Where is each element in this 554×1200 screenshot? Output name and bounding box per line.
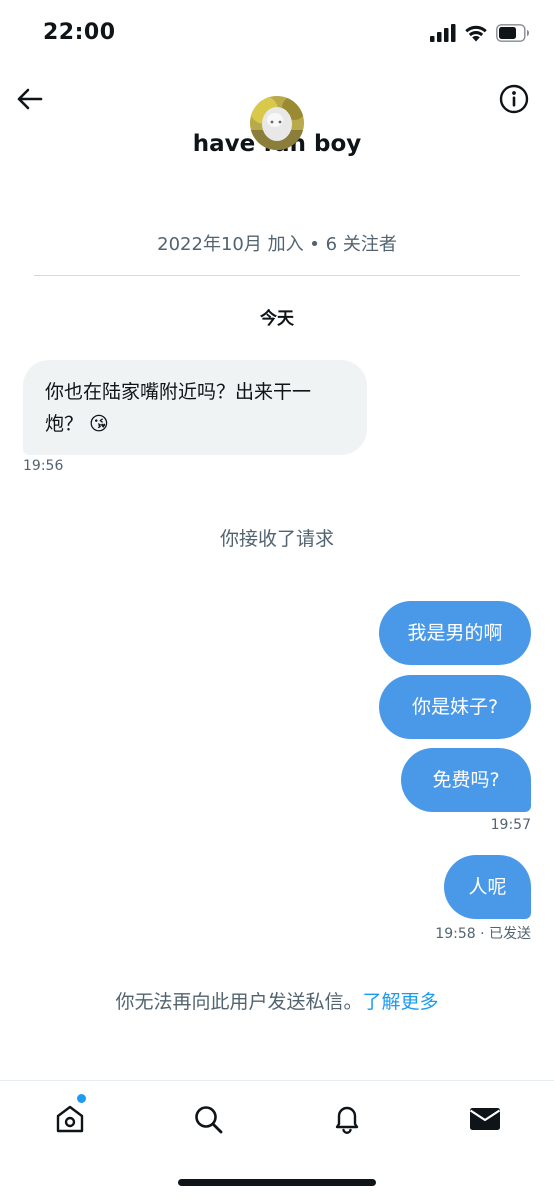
system-message: 你接收了请求 <box>219 528 334 550</box>
sent-message-bubble[interactable]: 你是妹子? <box>379 675 531 739</box>
status-bar: 22:00 <box>0 0 554 70</box>
sent-message-bubble[interactable]: 免费吗? <box>401 748 531 812</box>
sent-message-text: 我是男的啊 <box>407 622 503 644</box>
wifi-icon <box>465 25 487 42</box>
bell-icon <box>335 1106 359 1134</box>
received-message-text: 你也在陆家嘴附近吗？出来干一炮？ 😘 <box>45 381 312 435</box>
received-message-time: 19:56 <box>23 458 64 474</box>
home-indicator[interactable] <box>178 1179 376 1186</box>
profile-meta: 2022年10月 加入 • 6 关注者 <box>157 234 397 255</box>
info-circle-icon <box>499 84 529 114</box>
tab-messages[interactable] <box>465 1099 505 1139</box>
tab-notifications[interactable] <box>327 1099 367 1139</box>
search-icon <box>195 1106 223 1134</box>
home-notification-dot <box>77 1094 86 1103</box>
sent-message-text: 你是妹子? <box>411 696 499 718</box>
battery-icon <box>496 24 529 42</box>
mail-icon <box>469 1108 501 1130</box>
sent-message-bubble[interactable]: 我是男的啊 <box>379 601 531 665</box>
tab-home[interactable] <box>50 1099 90 1139</box>
sent-message-bubble[interactable]: 人呢 <box>444 855 531 919</box>
dm-restriction-notice: 你无法再向此用户发送私信。了解更多 <box>0 987 554 1014</box>
avatar[interactable] <box>250 96 304 150</box>
avatar-image <box>250 96 304 150</box>
sent-message-text: 免费吗? <box>432 769 500 791</box>
arrow-left-icon <box>17 88 43 110</box>
tab-search[interactable] <box>188 1099 228 1139</box>
back-button[interactable] <box>12 82 46 116</box>
day-label: 今天 <box>260 309 294 329</box>
sent-message-time: 19:57 <box>490 817 531 833</box>
divider <box>34 275 520 276</box>
dm-restriction-text: 你无法再向此用户发送私信。 <box>115 991 363 1013</box>
cellular-signal-icon <box>430 24 456 42</box>
received-message-bubble[interactable]: 你也在陆家嘴附近吗？出来干一炮？ 😘 <box>23 360 367 455</box>
status-icons <box>430 24 530 42</box>
info-button[interactable] <box>498 83 530 115</box>
home-icon <box>56 1105 84 1133</box>
status-time: 22:00 <box>43 20 116 45</box>
sent-message-text: 人呢 <box>468 876 507 898</box>
sent-message-status: 19:58 · 已发送 <box>435 926 531 942</box>
learn-more-link[interactable]: 了解更多 <box>363 991 439 1013</box>
